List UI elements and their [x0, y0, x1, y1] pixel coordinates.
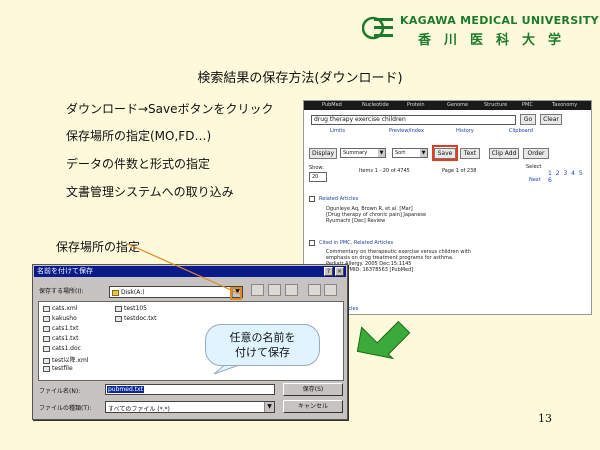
- callout-line: [127, 243, 241, 295]
- page-number: 13: [538, 412, 552, 425]
- bubble-line: 任意の名前を: [229, 331, 296, 344]
- annotation-overlay: [127, 243, 411, 375]
- green-arrow-icon: [356, 320, 411, 360]
- speech-bubble: 任意の名前を 付けて保存: [205, 324, 320, 366]
- bubble-line: 付けて保存: [235, 346, 290, 359]
